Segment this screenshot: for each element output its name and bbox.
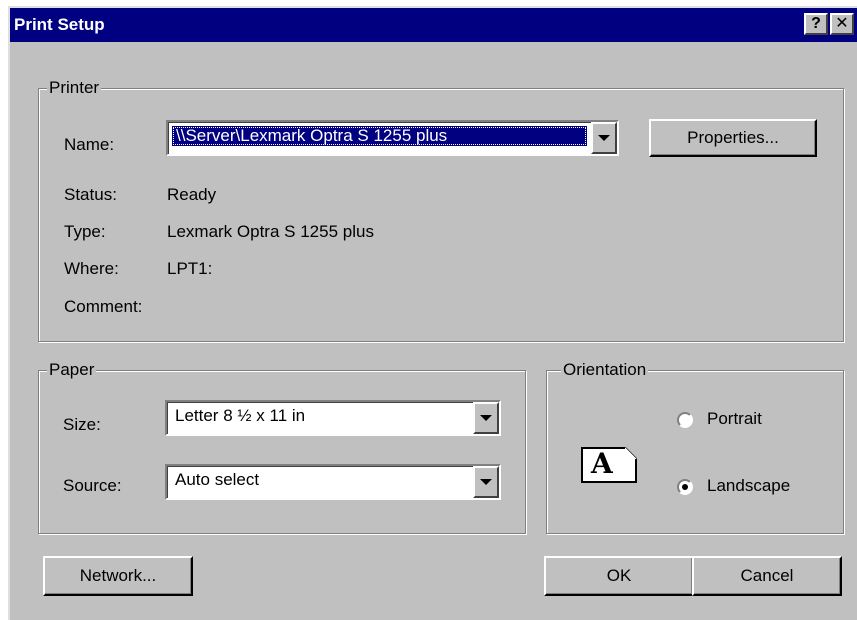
portrait-label[interactable]: Portrait: [707, 409, 762, 429]
chevron-down-icon: [480, 479, 492, 485]
paper-group: Paper Size: Letter 8 ½ x 11 in Source: A…: [38, 360, 526, 534]
print-setup-dialog: Print Setup ? ✕ Printer Name: \\Server\L…: [8, 6, 857, 620]
where-label: Where:: [64, 259, 119, 278]
paper-source-select[interactable]: Auto select: [165, 464, 501, 500]
name-label: Name:: [64, 135, 115, 154]
comment-label: Comment:: [64, 297, 143, 316]
source-label: Source:: [63, 476, 122, 495]
chevron-down-icon: [598, 135, 610, 141]
where-value: LPT1:: [167, 259, 213, 278]
cancel-button[interactable]: Cancel: [692, 556, 842, 596]
page-letter: A: [591, 447, 613, 480]
properties-button[interactable]: Properties...: [649, 119, 817, 157]
ok-button[interactable]: OK: [544, 556, 694, 596]
radio-selected-dot: [682, 484, 688, 490]
type-label: Type:: [64, 222, 106, 241]
paper-source-value: Auto select: [175, 470, 260, 489]
orientation-legend: Orientation: [561, 360, 649, 380]
printer-group: Printer Name: \\Server\Lexmark Optra S 1…: [38, 78, 844, 342]
landscape-page-icon: A: [581, 447, 637, 483]
window-title: Print Setup: [14, 15, 105, 34]
title-bar: Print Setup ? ✕: [10, 8, 857, 42]
portrait-radio[interactable]: [677, 412, 693, 428]
dropdown-button[interactable]: [473, 402, 499, 434]
paper-legend: Paper: [47, 360, 97, 380]
type-value: Lexmark Optra S 1255 plus: [167, 222, 374, 241]
help-button[interactable]: ?: [804, 13, 828, 35]
landscape-label[interactable]: Landscape: [707, 476, 790, 496]
printer-name-value: \\Server\Lexmark Optra S 1255 plus: [172, 126, 587, 146]
close-button[interactable]: ✕: [830, 13, 854, 35]
chevron-down-icon: [480, 415, 492, 421]
printer-name-select[interactable]: \\Server\Lexmark Optra S 1255 plus: [166, 120, 619, 156]
landscape-radio[interactable]: [677, 479, 693, 495]
printer-legend: Printer: [47, 78, 102, 98]
paper-size-select[interactable]: Letter 8 ½ x 11 in: [165, 400, 501, 436]
orientation-group: Orientation A Portrait Landscape: [546, 360, 844, 534]
paper-size-value: Letter 8 ½ x 11 in: [175, 406, 306, 425]
dropdown-button[interactable]: [473, 466, 499, 498]
status-value: Ready: [167, 185, 217, 204]
size-label: Size:: [63, 415, 101, 434]
status-label: Status:: [64, 185, 117, 204]
dropdown-button[interactable]: [591, 122, 617, 154]
network-button[interactable]: Network...: [43, 556, 193, 596]
